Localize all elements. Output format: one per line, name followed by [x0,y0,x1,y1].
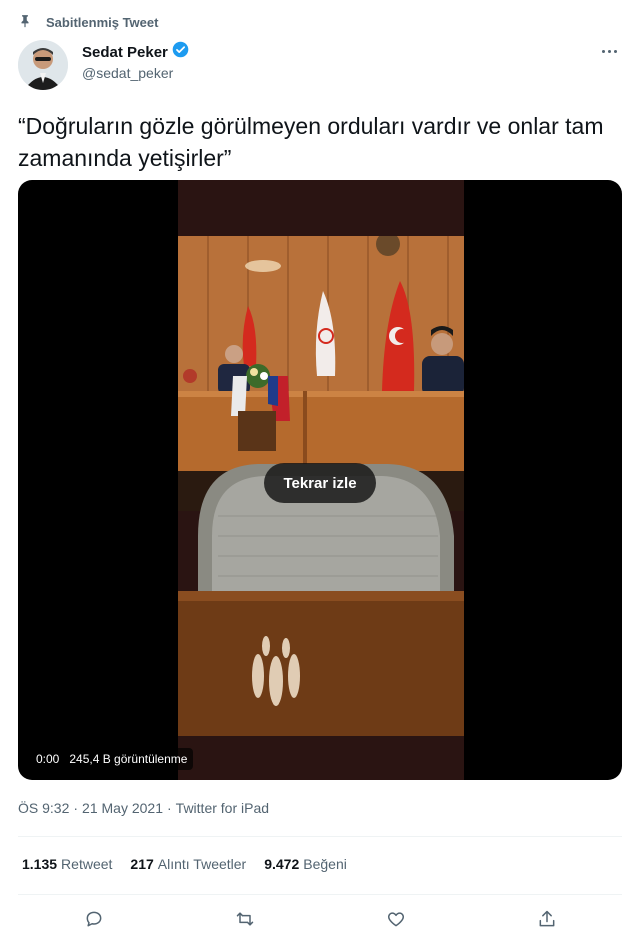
retweet-button[interactable] [228,904,262,938]
tweet-meta: ÖS 9:32 · 21 May 2021 · Twitter for iPad [18,800,269,816]
meta-separator: · [73,800,79,816]
video-views: 245,4 B görüntülenme [69,752,188,766]
tweet-date[interactable]: 21 May 2021 [82,800,163,816]
reply-icon [84,909,104,934]
tweet-stats: 1.135 Retweet 217 Alıntı Tweetler 9.472 … [22,856,347,872]
video-player[interactable]: ⇄ mabm Tekrar izle 0:00 245,4 B görüntül… [18,180,622,780]
tweet-text: “Doğruların gözle görülmeyen orduları va… [18,113,604,171]
author-handle[interactable]: @sedat_peker [82,65,189,81]
verified-badge-icon [172,41,189,63]
tweet-actions [18,905,622,937]
meta-separator: · [167,800,172,816]
tweet-source[interactable]: Twitter for iPad [176,800,269,816]
retweets-label: Retweet [61,856,113,872]
replay-button[interactable]: Tekrar izle [264,463,376,503]
pinned-label: Sabitlenmiş Tweet [46,14,159,30]
more-options-button[interactable] [598,42,620,60]
likes-label: Beğeni [303,856,347,872]
share-button[interactable] [530,904,564,938]
like-button[interactable] [379,904,413,938]
pin-icon [18,14,32,31]
avatar[interactable] [18,40,68,90]
divider [18,894,622,895]
divider [18,836,622,837]
tweet-time[interactable]: ÖS 9:32 [18,800,69,816]
quotes-label: Alıntı Tweetler [157,856,247,872]
share-icon [537,909,557,934]
pinned-tweet-header: Sabitlenmiş Tweet [18,12,158,32]
likes-stat[interactable]: 9.472 Beğeni [264,856,347,872]
like-icon [386,909,406,934]
video-info-overlay: 0:00 245,4 B görüntülenme [30,748,194,770]
tweet-author[interactable]: Sedat Peker @sedat_peker [82,41,189,81]
video-time: 0:00 [36,752,60,766]
more-dot [613,49,617,53]
reply-button[interactable] [77,904,111,938]
retweets-count: 1.135 [22,856,58,872]
quotes-count: 217 [130,856,154,872]
author-name[interactable]: Sedat Peker [82,44,168,61]
likes-count: 9.472 [264,856,300,872]
retweets-stat[interactable]: 1.135 Retweet [22,856,112,872]
more-dot [607,49,611,53]
retweet-icon [235,909,255,934]
more-dot [601,49,605,53]
quotes-stat[interactable]: 217 Alıntı Tweetler [130,856,246,872]
